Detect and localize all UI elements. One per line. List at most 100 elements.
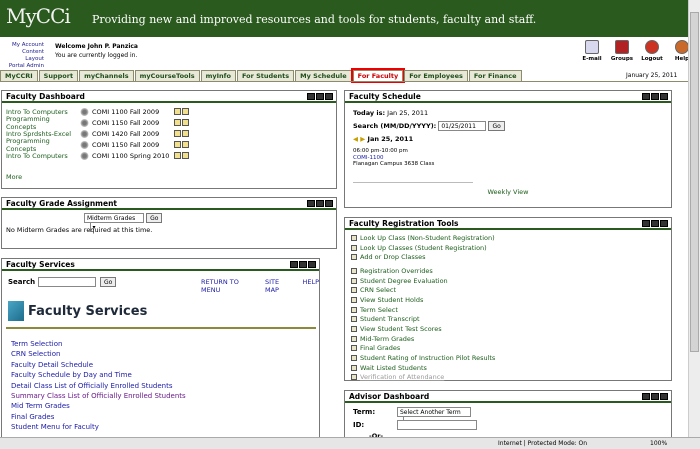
help-link[interactable]: HELP bbox=[302, 278, 319, 294]
maximize-icon[interactable] bbox=[651, 393, 659, 400]
advisor-id-input[interactable] bbox=[397, 420, 477, 430]
tool-icon bbox=[351, 296, 357, 303]
minimize-icon[interactable] bbox=[316, 93, 324, 100]
edit-icon[interactable] bbox=[307, 93, 315, 100]
list-item[interactable]: View Student Holds bbox=[351, 295, 665, 305]
list-item[interactable]: Look Up Classes (Student Registration) bbox=[351, 243, 665, 253]
course-link[interactable]: Intro To Computers bbox=[6, 152, 80, 160]
schedule-date-input[interactable]: 01/25/2011 bbox=[438, 121, 487, 131]
list-item[interactable]: Student Rating of Instruction Pilot Resu… bbox=[351, 353, 665, 363]
folder-icon[interactable] bbox=[182, 152, 189, 159]
email-icon bbox=[585, 40, 599, 54]
mid-term-grades-link[interactable]: Mid Term Grades bbox=[11, 401, 186, 411]
folder-icon[interactable] bbox=[182, 108, 189, 115]
maximize-icon[interactable] bbox=[299, 261, 307, 268]
schedule-by-day-link[interactable]: Faculty Schedule by Day and Time bbox=[11, 370, 186, 380]
vertical-scrollbar[interactable] bbox=[688, 0, 700, 437]
panel-controls bbox=[642, 220, 668, 227]
services-search-input[interactable] bbox=[38, 277, 96, 287]
tab-mychannels[interactable]: myChannels bbox=[79, 70, 134, 81]
course-link[interactable]: Programming Concepts bbox=[6, 115, 80, 131]
next-day-icon[interactable]: ▶ bbox=[360, 135, 365, 143]
tab-mycoursetools[interactable]: myCourseTools bbox=[134, 70, 200, 81]
course-link[interactable]: Programming Concepts bbox=[6, 137, 80, 153]
tool-icon bbox=[351, 254, 357, 261]
tab-for-employees[interactable]: For Employees bbox=[404, 70, 468, 81]
minimize-icon[interactable] bbox=[642, 93, 650, 100]
panel-controls bbox=[307, 200, 333, 207]
calendar-icon[interactable] bbox=[174, 152, 181, 159]
scrollbar-thumb[interactable] bbox=[690, 12, 699, 352]
student-menu-link[interactable]: Student Menu for Faculty bbox=[11, 422, 186, 432]
list-item[interactable]: Final Grades bbox=[351, 344, 665, 354]
return-to-menu-link[interactable]: RETURN TO MENU bbox=[201, 278, 255, 294]
list-item[interactable]: Wait Listed Students bbox=[351, 363, 665, 373]
site-logo[interactable]: MyCCi bbox=[6, 4, 71, 28]
calendar-icon[interactable] bbox=[174, 141, 181, 148]
term-select[interactable]: Select Another Term▾ bbox=[397, 407, 471, 426]
close-icon[interactable] bbox=[660, 220, 668, 227]
tab-for-finance[interactable]: For Finance bbox=[468, 70, 522, 81]
tab-myinfo[interactable]: myInfo bbox=[200, 70, 236, 81]
grade-go-button[interactable]: Go bbox=[146, 213, 163, 223]
tab-my-schedule[interactable]: My Schedule bbox=[295, 70, 352, 81]
final-grades-link[interactable]: Final Grades bbox=[11, 412, 186, 422]
close-icon[interactable] bbox=[660, 93, 668, 100]
maximize-icon[interactable] bbox=[325, 200, 333, 207]
edit-icon[interactable] bbox=[307, 200, 315, 207]
tab-for-faculty[interactable]: For Faculty bbox=[350, 68, 406, 83]
folder-icon[interactable] bbox=[182, 119, 189, 126]
maximize-icon[interactable] bbox=[651, 93, 659, 100]
schedule-go-button[interactable]: Go bbox=[488, 121, 505, 131]
groups-button[interactable]: Groups bbox=[610, 40, 634, 62]
list-item[interactable]: Student Degree Evaluation bbox=[351, 276, 665, 286]
list-item: Intro To Computers COMI 1100 Spring 2010 bbox=[6, 150, 332, 161]
list-item[interactable]: Verification of Attendance bbox=[351, 373, 665, 383]
folder-icon[interactable] bbox=[182, 141, 189, 148]
list-item[interactable]: Add or Drop Classes bbox=[351, 252, 665, 262]
minimize-icon[interactable] bbox=[642, 220, 650, 227]
detail-class-list-link[interactable]: Detail Class List of Officially Enrolled… bbox=[11, 381, 186, 391]
list-item[interactable]: Registration Overrides bbox=[351, 266, 665, 276]
panel-title: Faculty Schedule bbox=[349, 92, 421, 101]
services-go-button[interactable]: Go bbox=[100, 277, 117, 287]
site-map-link[interactable]: SITE MAP bbox=[265, 278, 292, 294]
list-item[interactable]: Student Transcript bbox=[351, 315, 665, 325]
previous-day-icon[interactable]: ◀ bbox=[353, 135, 358, 143]
site-tagline: Providing new and improved resources and… bbox=[92, 13, 537, 26]
portal-admin-link[interactable]: Portal Admin bbox=[2, 63, 44, 70]
term-label: Term: bbox=[353, 408, 376, 416]
zoom-level[interactable]: 100% bbox=[650, 438, 667, 449]
content-layout-link[interactable]: Content Layout bbox=[2, 49, 44, 63]
minimize-icon[interactable] bbox=[290, 261, 298, 268]
list-item[interactable]: CRN Select bbox=[351, 285, 665, 295]
minimize-icon[interactable] bbox=[316, 200, 324, 207]
grade-type-select[interactable]: Midterm Grades▾ bbox=[84, 213, 144, 232]
tab-myccri[interactable]: MyCCRI bbox=[0, 70, 38, 81]
list-item[interactable]: Look Up Class (Non-Student Registration) bbox=[351, 233, 665, 243]
maximize-icon[interactable] bbox=[651, 220, 659, 227]
maximize-icon[interactable] bbox=[325, 93, 333, 100]
calendar-icon[interactable] bbox=[174, 108, 181, 115]
close-icon[interactable] bbox=[308, 261, 316, 268]
weekly-view-link[interactable]: Weekly View bbox=[353, 188, 663, 196]
current-date: January 25, 2011 bbox=[626, 72, 678, 79]
list-item[interactable]: Term Select bbox=[351, 305, 665, 315]
crn-selection-link[interactable]: CRN Selection bbox=[11, 349, 186, 359]
calendar-icon[interactable] bbox=[174, 119, 181, 126]
list-item[interactable]: View Student Test Scores bbox=[351, 324, 665, 334]
minimize-icon[interactable] bbox=[642, 393, 650, 400]
calendar-icon[interactable] bbox=[174, 130, 181, 137]
more-link[interactable]: More bbox=[6, 173, 332, 181]
list-item[interactable]: Mid-Term Grades bbox=[351, 334, 665, 344]
close-icon[interactable] bbox=[660, 393, 668, 400]
faculty-detail-schedule-link[interactable]: Faculty Detail Schedule bbox=[11, 360, 186, 370]
term-selection-link[interactable]: Term Selection bbox=[11, 339, 186, 349]
logout-button[interactable]: Logout bbox=[640, 40, 664, 62]
summary-class-list-link[interactable]: Summary Class List of Officially Enrolle… bbox=[11, 391, 186, 401]
tab-for-students[interactable]: For Students bbox=[236, 70, 295, 81]
email-button[interactable]: E-mail bbox=[580, 40, 604, 62]
tab-support[interactable]: Support bbox=[38, 70, 79, 81]
folder-icon[interactable] bbox=[182, 130, 189, 137]
my-account-link[interactable]: My Account bbox=[2, 42, 44, 49]
